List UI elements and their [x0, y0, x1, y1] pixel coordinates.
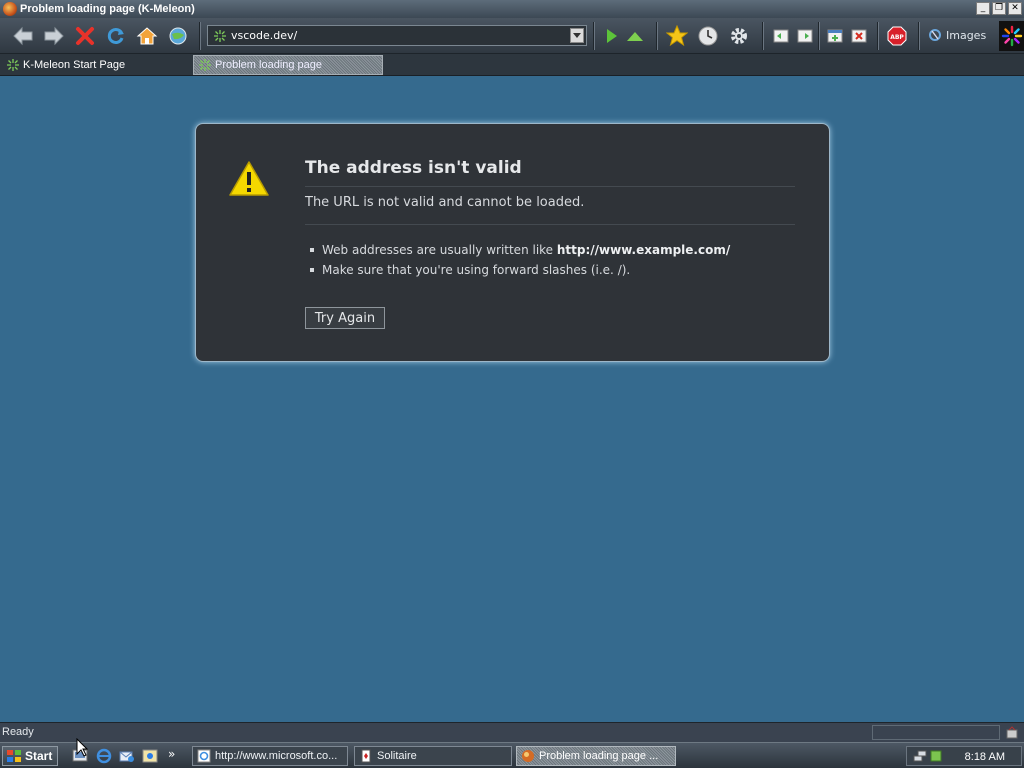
media-player-icon[interactable]	[142, 748, 158, 764]
try-again-button[interactable]: Try Again	[305, 307, 385, 329]
error-description: The URL is not valid and cannot be loade…	[305, 195, 795, 225]
title-bar: Problem loading page (K-Meleon) _ ❐ ✕	[0, 0, 1024, 18]
window-prev-icon[interactable]	[768, 23, 794, 49]
window-title: Problem loading page (K-Meleon)	[20, 3, 195, 15]
example-url: http://www.example.com/	[556, 243, 731, 257]
url-input[interactable]	[231, 29, 561, 42]
taskbar-task-problem-loading-page[interactable]: Problem loading page ...	[516, 746, 676, 766]
windows-logo-icon	[7, 750, 21, 762]
internet-explorer-icon[interactable]	[96, 748, 112, 764]
network-icon[interactable]	[913, 749, 927, 763]
site-favicon-icon	[214, 29, 226, 42]
suggestion-text: Make sure that you're using forward slas…	[322, 263, 631, 277]
solitaire-card-icon	[361, 749, 371, 763]
go-icon[interactable]	[598, 23, 624, 49]
tab-label: K-Meleon Start Page	[23, 59, 126, 71]
history-clock-icon[interactable]	[695, 23, 721, 49]
images-toggle-button[interactable]: Images	[928, 28, 986, 42]
close-tab-icon[interactable]	[846, 23, 872, 49]
error-title: The address isn't valid	[305, 158, 795, 187]
tab-bar: K-Meleon Start Page Problem loading page	[0, 54, 1024, 76]
settings-gear-icon[interactable]	[726, 23, 752, 49]
restore-button[interactable]: ❐	[992, 2, 1006, 15]
warning-icon	[229, 161, 269, 196]
toolbar-separator	[656, 22, 658, 50]
images-icon	[929, 29, 941, 41]
status-pane	[872, 725, 1000, 740]
status-tool-icon[interactable]	[1005, 726, 1019, 740]
toolbar-separator	[199, 22, 201, 50]
taskbar-task-microsoft[interactable]: http://www.microsoft.co...	[192, 746, 348, 766]
up-icon[interactable]	[622, 23, 648, 49]
k-meleon-task-icon	[522, 750, 534, 762]
tab-favicon-icon	[7, 59, 19, 71]
status-text: Ready	[2, 726, 34, 738]
svg-text:ABP: ABP	[890, 34, 904, 41]
bookmark-star-icon[interactable]	[664, 23, 690, 49]
toolbar-separator	[877, 22, 879, 50]
close-window-button[interactable]: ✕	[1008, 2, 1022, 15]
reload-icon[interactable]	[103, 23, 129, 49]
url-dropdown-chevron-down-icon[interactable]	[570, 28, 584, 43]
stop-icon[interactable]	[72, 23, 98, 49]
forward-icon[interactable]	[41, 23, 67, 49]
task-label: Problem loading page ...	[539, 750, 659, 762]
mouse-cursor-icon	[76, 738, 88, 757]
task-label: Solitaire	[377, 750, 417, 762]
tab-problem-loading-page[interactable]: Problem loading page	[193, 55, 383, 75]
suggestion-item: Web addresses are usually written like h…	[305, 240, 730, 260]
error-suggestions: Web addresses are usually written like h…	[305, 240, 730, 280]
suggestion-text: Web addresses are usually written like	[322, 243, 557, 257]
minimize-button[interactable]: _	[976, 2, 990, 15]
home-icon[interactable]	[134, 23, 160, 49]
page-content: The address isn't valid The URL is not v…	[0, 77, 1024, 722]
start-label: Start	[25, 749, 53, 763]
ie-page-icon	[197, 749, 211, 763]
system-tray: 8:18 AM	[906, 746, 1022, 766]
suggestion-item: Make sure that you're using forward slas…	[305, 260, 730, 280]
toolbar-separator	[762, 22, 764, 50]
globe-icon[interactable]	[165, 23, 191, 49]
toolbar-separator	[818, 22, 820, 50]
tab-label: Problem loading page	[215, 59, 323, 71]
taskbar: Start » http://www.microsoft.co... Solit…	[0, 742, 1024, 768]
tab-k-meleon-start-page[interactable]: K-Meleon Start Page	[2, 55, 188, 75]
clock[interactable]: 8:18 AM	[965, 751, 1005, 763]
k-meleon-throbber-icon	[999, 21, 1024, 51]
task-label: http://www.microsoft.co...	[215, 750, 338, 762]
window-controls: _ ❐ ✕	[976, 2, 1022, 15]
k-meleon-app-icon[interactable]	[3, 2, 17, 16]
adblock-icon[interactable]: ABP	[884, 23, 910, 49]
toolbar-separator	[593, 22, 595, 50]
toolbar-separator	[918, 22, 920, 50]
new-window-icon[interactable]	[822, 23, 848, 49]
navigation-toolbar: ABP Images	[0, 18, 1024, 54]
url-bar[interactable]	[207, 25, 587, 46]
status-bar: Ready	[0, 722, 1024, 742]
taskbar-task-solitaire[interactable]: Solitaire	[354, 746, 512, 766]
images-label: Images	[946, 28, 987, 42]
tray-app-icon[interactable]	[929, 749, 943, 763]
outlook-express-icon[interactable]	[119, 748, 135, 764]
tab-favicon-icon	[199, 59, 211, 71]
error-panel: The address isn't valid The URL is not v…	[195, 123, 830, 362]
window-next-icon[interactable]	[792, 23, 818, 49]
quicklaunch-more-button[interactable]: »	[168, 747, 175, 761]
start-button[interactable]: Start	[2, 746, 58, 766]
back-icon[interactable]	[10, 23, 36, 49]
